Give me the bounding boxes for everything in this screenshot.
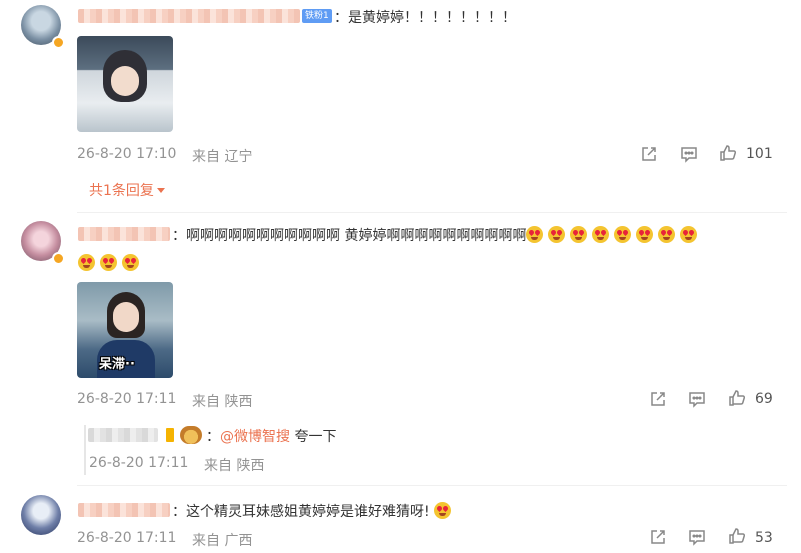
reply-time: 26-8-20 17:11: [89, 455, 189, 471]
comment-1-username[interactable]: [78, 9, 300, 23]
chevron-down-icon: [156, 188, 165, 193]
comment-2-username[interactable]: [78, 227, 170, 241]
comment-2-text: ：啊啊啊啊啊啊啊啊啊啊啊 黄婷婷啊啊啊啊啊啊啊啊啊啊: [172, 225, 702, 245]
heart-eyes-emoji-icon: [100, 254, 117, 271]
comment-icon[interactable]: [688, 390, 706, 408]
reply-location: 来自 陕西: [204, 458, 265, 474]
heart-eyes-emoji-icon: [680, 226, 698, 243]
heart-eyes-emoji-icon: [592, 226, 610, 243]
vip-badge-icon: [52, 252, 65, 265]
like-icon[interactable]: [719, 144, 737, 162]
comment-3-username[interactable]: [78, 503, 170, 517]
comment-2-time: 26-8-20 17:11: [77, 391, 177, 407]
comment-2-text-body: ：啊啊啊啊啊啊啊啊啊啊啊 黄婷婷啊啊啊啊啊啊啊啊啊啊: [172, 228, 527, 244]
comment-3-avatar[interactable]: [21, 495, 65, 539]
comment-2-avatar[interactable]: [21, 221, 65, 265]
comment-1-time: 26-8-20 17:10: [77, 146, 177, 162]
reply-username[interactable]: [88, 428, 158, 442]
comment-3-text: ：这个精灵耳妹感姐黄婷婷是谁好难猜呀!: [172, 501, 456, 521]
image-caption: 呆滞··: [99, 357, 135, 372]
comment-2-text-wrap: [78, 254, 144, 272]
comment-3-time: 26-8-20 17:11: [77, 530, 177, 546]
heart-eyes-emoji-icon: [78, 254, 95, 271]
share-icon[interactable]: [640, 145, 658, 163]
mention-link[interactable]: @微博智搜: [220, 429, 290, 445]
comment-1-reply-toggle[interactable]: 共1条回复: [89, 180, 165, 200]
heart-eyes-emoji-icon: [122, 254, 139, 271]
divider: [77, 212, 787, 213]
comment-3-text-body: ：这个精灵耳妹感姐黄婷婷是谁好难猜呀!: [172, 504, 430, 520]
comment-2-location: 来自 陕西: [192, 394, 253, 410]
comment-1-avatar[interactable]: [21, 5, 65, 49]
heart-eyes-emoji-icon: [548, 226, 566, 243]
comment-2-image[interactable]: 呆滞··: [77, 282, 173, 378]
comment-icon[interactable]: [688, 528, 706, 546]
comment-icon[interactable]: [680, 145, 698, 163]
heart-eyes-emoji-icon: [614, 226, 632, 243]
reply-body: 夸一下: [294, 429, 337, 445]
share-icon[interactable]: [649, 390, 667, 408]
heart-eyes-emoji-icon: [570, 226, 588, 243]
crying-emoji-icon: [434, 502, 452, 519]
person-face: [111, 66, 139, 96]
avatar: [21, 495, 61, 535]
reply-text: ：@微博智搜 夸一下: [206, 429, 337, 445]
membership-icon: [166, 428, 174, 442]
comment-3-like-count: 53: [755, 530, 773, 546]
vip-badge-icon: [52, 36, 65, 49]
heart-eyes-emoji-icon: [526, 226, 544, 243]
comment-1-text: ：是黄婷婷！！！！！！！！: [334, 10, 516, 26]
heart-eyes-emoji-icon: [658, 226, 676, 243]
person-face: [113, 302, 139, 332]
like-icon[interactable]: [728, 389, 746, 407]
comment-3-location: 来自 广西: [192, 533, 253, 549]
comment-1-location: 来自 辽宁: [192, 149, 253, 165]
fan-crown-icon: [180, 426, 202, 444]
heart-eyes-emoji-icon: [636, 226, 654, 243]
comment-2-like-count: 69: [755, 391, 773, 407]
reply-toggle-label: 共1条回复: [89, 183, 154, 199]
divider: [77, 485, 787, 486]
reply-thread-line: [84, 425, 86, 475]
fan-badge: 铁粉1: [302, 9, 332, 23]
comment-1-image[interactable]: [77, 36, 173, 132]
comment-1-like-count: 101: [746, 146, 773, 162]
like-icon[interactable]: [728, 527, 746, 545]
share-icon[interactable]: [649, 528, 667, 546]
